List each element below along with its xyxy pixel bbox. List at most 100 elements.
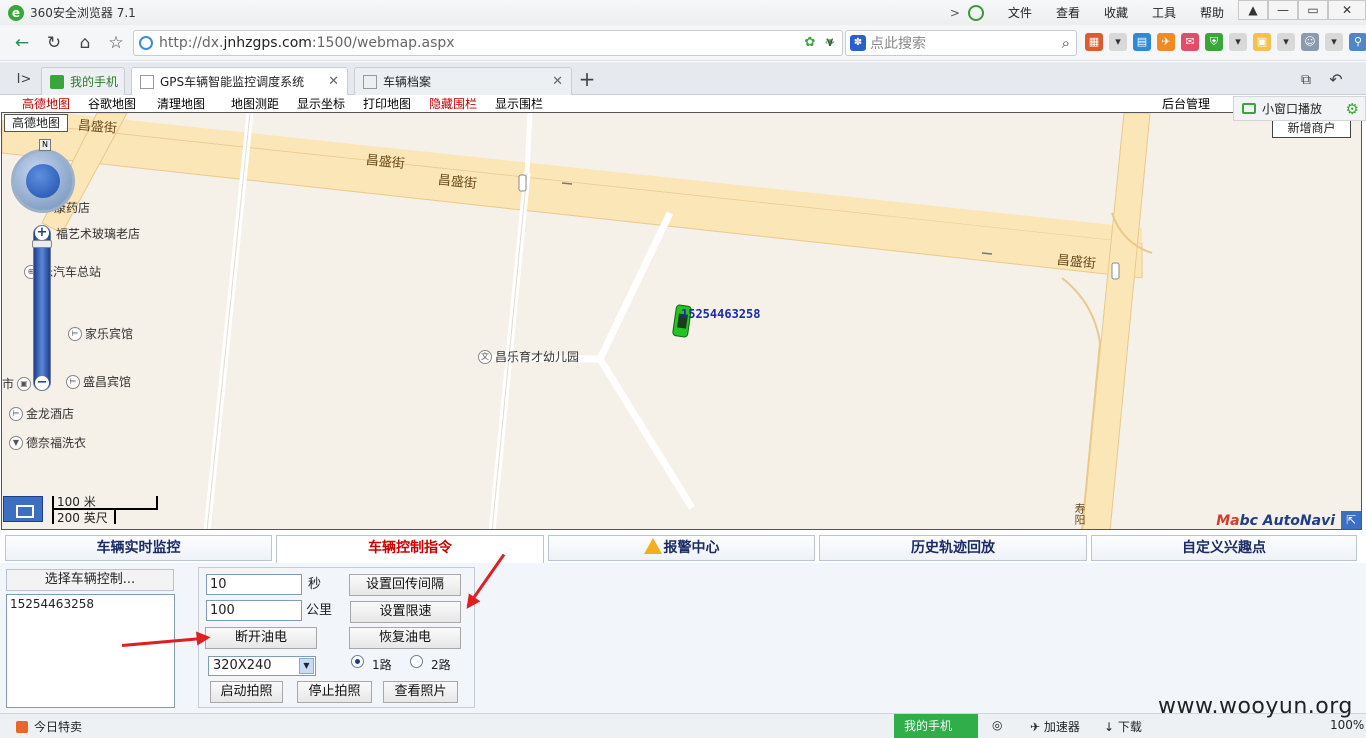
minimize-button[interactable]: — — [1268, 0, 1298, 20]
tab-realtime-monitor[interactable]: 车辆实时监控 — [5, 535, 272, 561]
channel2-radio[interactable] — [410, 655, 423, 668]
tab-track-playback[interactable]: 历史轨迹回放 — [819, 535, 1087, 561]
plane-icon[interactable]: ✈ — [1157, 33, 1175, 51]
menu-help[interactable]: 帮助 — [1200, 4, 1224, 21]
start-photo-button[interactable]: 启动拍照 — [210, 681, 283, 703]
zoom-out-icon[interactable]: − — [35, 376, 49, 390]
dropdown-icon[interactable]: ▾ — [1229, 33, 1247, 51]
zoom-icon[interactable]: ⚲ — [1349, 33, 1366, 51]
close-tab-icon[interactable]: ✕ — [552, 74, 563, 89]
undo-icon[interactable]: ↶ — [1324, 68, 1348, 92]
poi-label[interactable]: ⊨ 盛昌宾馆 — [66, 373, 131, 390]
pan-arrows-icon[interactable] — [26, 164, 60, 198]
resolution-select[interactable]: 320X240 ▼ — [208, 656, 316, 676]
close-button[interactable]: ✕ — [1328, 0, 1366, 20]
menu-file[interactable]: 文件 — [1008, 4, 1032, 21]
dropdown-icon[interactable]: ▾ — [1325, 33, 1343, 51]
restore-tabs-icon[interactable]: ⧉ — [1294, 68, 1318, 92]
sidebar-toggle-icon[interactable]: I> — [12, 68, 36, 92]
chevron-right-icon[interactable]: > — [950, 6, 960, 20]
tab-vehicle-records[interactable]: 车辆档案 ✕ — [354, 67, 572, 95]
admin-link[interactable]: 后台管理 — [1162, 96, 1210, 112]
poi-label[interactable]: ▼ 德奈福洗衣 — [9, 434, 86, 451]
poi-label[interactable]: ⊨ 金龙酒店 — [9, 405, 74, 422]
dropdown-icon[interactable]: ▾ — [1277, 33, 1295, 51]
zoom-slider[interactable]: + − — [32, 225, 52, 391]
restore-power-button[interactable]: 恢复油电 — [349, 627, 461, 649]
stop-photo-button[interactable]: 停止拍照 — [297, 681, 372, 703]
tab-control-commands[interactable]: 车辆控制指令 — [276, 535, 544, 563]
cut-power-button[interactable]: 断开油电 — [205, 627, 317, 649]
map-tool-print[interactable]: 打印地图 — [363, 96, 411, 112]
poi-label[interactable]: 文昌乐育才幼儿园 — [478, 348, 579, 365]
map-tool-hide-fence[interactable]: 隐藏围栏 — [429, 96, 477, 112]
interval-input[interactable]: 10 — [206, 574, 302, 595]
chevron-down-icon[interactable]: ∨ — [818, 31, 842, 55]
list-item[interactable]: 15254463258 — [10, 597, 171, 611]
poi-label[interactable]: ⊨ 家乐宾馆 — [68, 325, 133, 342]
shirt-icon[interactable]: ▲ — [1238, 0, 1268, 20]
map-tool-show-fence[interactable]: 显示围栏 — [495, 96, 543, 112]
search-box[interactable]: ✽ 点此搜索 ⌕ — [845, 30, 1077, 56]
vehicle-list[interactable]: 15254463258 — [6, 594, 175, 708]
vehicle-label[interactable]: 15254463258 — [681, 307, 760, 321]
expand-icon[interactable]: ⇱ — [1341, 511, 1361, 529]
map-tool-gaode[interactable]: 高德地图 — [22, 96, 70, 112]
pan-control[interactable]: N — [11, 139, 75, 213]
bag-icon[interactable]: ▣ — [1253, 33, 1271, 51]
menu-view[interactable]: 查看 — [1056, 4, 1080, 21]
mini-window-play[interactable]: 小窗口播放 ⚙ — [1233, 96, 1366, 121]
speed-input[interactable]: 100 — [206, 600, 302, 621]
search-placeholder[interactable]: 点此搜索 — [870, 33, 926, 53]
zoom-in-icon[interactable]: + — [35, 226, 49, 240]
gift-icon[interactable]: ✉ — [1181, 33, 1199, 51]
download-button[interactable]: ↓ 下载 — [1104, 718, 1142, 735]
address-bar[interactable]: http://dx.jnhzgps.com:1500/webmap.aspx ✿… — [133, 30, 843, 56]
search-icon[interactable]: ⌕ — [1062, 34, 1070, 52]
chevron-down-icon[interactable]: ▼ — [299, 658, 314, 674]
zoom-handle[interactable] — [32, 240, 52, 248]
map-tool-clear[interactable]: 清理地图 — [157, 96, 205, 112]
tab-custom-poi[interactable]: 自定义兴趣点 — [1091, 535, 1357, 561]
map-tool-measure[interactable]: 地图测距 — [231, 96, 279, 112]
maximize-button[interactable]: ▭ — [1298, 0, 1328, 20]
poi-label[interactable]: 市 ▣ — [2, 375, 34, 392]
refresh-icon[interactable]: ↻ — [42, 31, 66, 55]
map-provider-button[interactable]: 高德地图 — [4, 114, 68, 132]
home-icon[interactable]: ⌂ — [73, 31, 97, 55]
star-icon[interactable]: ☆ — [104, 31, 128, 55]
recycle-icon[interactable]: ✿ — [802, 35, 818, 51]
menu-favorites[interactable]: 收藏 — [1104, 4, 1128, 21]
set-interval-button[interactable]: 设置回传间隔 — [349, 574, 461, 596]
speed-icon[interactable]: ◎ — [992, 718, 1002, 732]
tab-gps-system[interactable]: GPS车辆智能监控调度系统 ✕ — [131, 67, 348, 95]
tab-alarm-center[interactable]: 报警中心 — [548, 535, 815, 561]
user-icon[interactable] — [967, 4, 984, 21]
title-bar: e 360安全浏览器 7.1 > 文件 查看 收藏 工具 帮助 ▲ — ▭ ✕ — [0, 0, 1366, 25]
view-photo-button[interactable]: 查看照片 — [383, 681, 458, 703]
tab-my-phone[interactable]: 我的手机 — [41, 67, 125, 95]
channel1-radio[interactable] — [351, 655, 364, 668]
shield-icon[interactable]: ⛨ — [1205, 33, 1223, 51]
url-text[interactable]: http://dx.jnhzgps.com:1500/webmap.aspx — [159, 35, 455, 51]
game-icon[interactable]: ☺ — [1301, 33, 1319, 51]
gear-icon[interactable]: ⚙ — [1346, 100, 1359, 118]
my-phone-button[interactable]: 我的手机 — [894, 714, 978, 738]
accelerator-button[interactable]: ✈ 加速器 — [1030, 718, 1080, 735]
overview-map-button[interactable] — [3, 496, 43, 522]
back-icon[interactable]: ← — [10, 31, 34, 55]
select-vehicle-header[interactable]: 选择车辆控制... — [6, 569, 174, 591]
map-canvas[interactable]: 昌盛街 昌盛街 昌盛街 昌盛街 寿阳 康药店 福艺术玻璃老店 ⊕ 乐汽车总站 ⊨ 家… — [1, 112, 1362, 530]
today-deals-link[interactable]: 今日特卖 — [16, 718, 82, 735]
poi-label[interactable]: 福艺术玻璃老店 — [56, 225, 140, 242]
app-grid-icon[interactable]: ▦ — [1085, 33, 1103, 51]
zoom-level[interactable]: 100% — [1330, 718, 1364, 732]
new-tab-icon[interactable]: + — [575, 67, 599, 91]
set-speed-button[interactable]: 设置限速 — [350, 601, 461, 623]
map-tool-google[interactable]: 谷歌地图 — [88, 96, 136, 112]
close-tab-icon[interactable]: ✕ — [328, 74, 339, 89]
menu-tools[interactable]: 工具 — [1152, 4, 1176, 21]
map-tool-coords[interactable]: 显示坐标 — [297, 96, 345, 112]
dropdown-icon[interactable]: ▾ — [1109, 33, 1127, 51]
calendar-icon[interactable]: ▤ — [1133, 33, 1151, 51]
